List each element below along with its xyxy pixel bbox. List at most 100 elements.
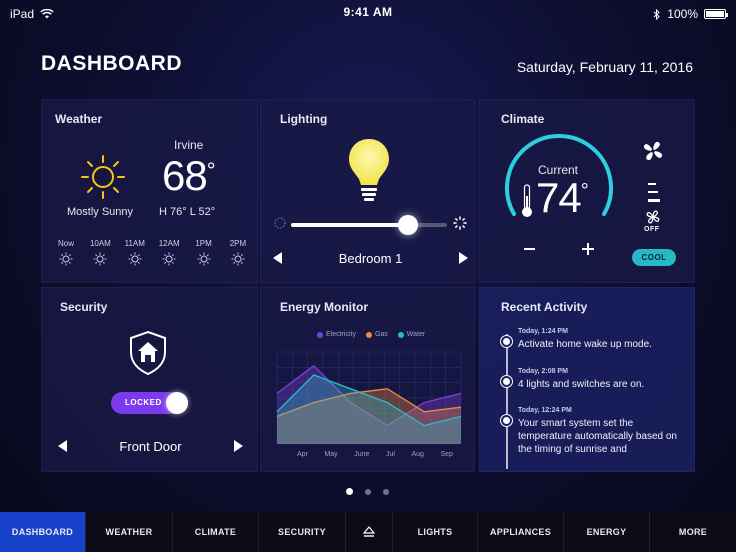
chart-legend: Electricity Gas Water xyxy=(317,331,425,338)
activity-time: Today, 2:08 PM xyxy=(518,368,568,375)
sun-icon xyxy=(81,155,125,199)
battery-percent: 100% xyxy=(667,7,698,21)
energy-chart xyxy=(276,351,462,445)
x-tick-label: Aug xyxy=(411,451,424,458)
increase-temperature-button[interactable] xyxy=(582,243,594,255)
decrease-temperature-button[interactable] xyxy=(524,248,535,250)
nav-climate[interactable]: CLIMATE xyxy=(173,512,259,552)
climate-temperature: 74° xyxy=(536,174,589,221)
thermometer-icon xyxy=(522,184,532,217)
sun-small-icon xyxy=(59,252,73,266)
nav-weather[interactable]: WEATHER xyxy=(86,512,173,552)
page-dot-active[interactable] xyxy=(346,488,353,495)
activity-text: 4 lights and switches are on. xyxy=(518,379,645,390)
fan-speed-icon[interactable] xyxy=(648,183,660,203)
eject-icon xyxy=(363,526,375,537)
page-dot[interactable] xyxy=(365,488,371,495)
weather-city: Irvine xyxy=(174,138,204,152)
bottom-nav: DASHBOARD WEATHER CLIMATE SECURITY LIGHT… xyxy=(0,512,736,552)
fan-small-icon xyxy=(646,210,660,224)
recent-activity-card[interactable]: Recent Activity Today, 1:24 PM Activate … xyxy=(479,287,695,472)
x-tick-label: June xyxy=(354,451,370,458)
status-bar: iPad 9:41 AM 100% xyxy=(0,0,736,26)
brightness-low-icon xyxy=(274,217,286,229)
brightness-slider[interactable] xyxy=(291,215,447,235)
energy-title: Energy Monitor xyxy=(280,300,369,314)
next-door-arrow-icon[interactable] xyxy=(233,440,243,452)
activity-timeline xyxy=(506,334,508,469)
lighting-title: Lighting xyxy=(280,112,328,126)
security-card[interactable]: Security LOCKED Front Door xyxy=(41,287,258,472)
activity-text: Activate home wake up mode. xyxy=(518,339,652,350)
nav-dashboard[interactable]: DASHBOARD xyxy=(0,512,86,552)
lock-state-label: LOCKED xyxy=(125,398,162,407)
battery-icon xyxy=(704,9,728,19)
x-tick-label: Jul xyxy=(385,451,395,458)
forecast-hour: Now xyxy=(52,239,80,266)
room-selector: Bedroom 1 xyxy=(273,248,468,268)
x-tick-label: Sep xyxy=(440,451,453,458)
previous-door-arrow-icon[interactable] xyxy=(58,440,67,452)
sun-small-icon xyxy=(231,252,245,266)
sun-small-icon xyxy=(93,252,107,266)
forecast-hour: 11AM xyxy=(121,239,149,266)
activity-text: Your smart system set the temperature au… xyxy=(518,418,677,455)
light-bulb-icon[interactable] xyxy=(347,137,391,203)
forecast-hour: 12AM xyxy=(155,239,183,266)
nav-eject[interactable] xyxy=(346,512,393,552)
brightness-high-icon xyxy=(453,216,467,230)
hourly-forecast: Now 10AM 11AM 12AM 1PM 2PM xyxy=(52,239,252,266)
home-shield-icon xyxy=(130,330,166,376)
cool-mode-button[interactable]: COOL xyxy=(632,249,676,266)
timeline-dot xyxy=(501,336,512,347)
fan-status: OFF xyxy=(644,226,660,233)
page-indicator[interactable] xyxy=(346,488,389,495)
forecast-hour: 2PM xyxy=(224,239,252,266)
weather-title: Weather xyxy=(55,112,103,126)
weather-condition: Mostly Sunny xyxy=(67,206,134,218)
current-date: Saturday, February 11, 2016 xyxy=(516,59,693,75)
nav-energy[interactable]: ENERGY xyxy=(564,512,650,552)
weather-hi-lo: H 76° L 52° xyxy=(159,206,216,218)
chart-x-axis: Apr May June Jul Aug Sep xyxy=(297,451,453,458)
sun-small-icon xyxy=(162,252,176,266)
lighting-card[interactable]: Lighting Bedroom 1 xyxy=(260,99,475,283)
nav-more[interactable]: MORE xyxy=(650,512,736,552)
legend-item: Electricity xyxy=(317,331,356,338)
legend-item: Gas xyxy=(365,331,388,338)
activity-time: Today, 1:24 PM xyxy=(518,328,568,335)
nav-lights[interactable]: LIGHTS xyxy=(393,512,478,552)
fan-icon[interactable] xyxy=(642,140,664,162)
page-title: DASHBOARD xyxy=(41,52,182,75)
activity-time: Today, 12:24 PM xyxy=(518,407,572,414)
energy-monitor-card[interactable]: Energy Monitor Electricity Gas Water Apr… xyxy=(260,287,475,472)
page-dot[interactable] xyxy=(383,488,389,495)
legend-item: Water xyxy=(397,331,425,338)
forecast-hour: 1PM xyxy=(190,239,218,266)
nav-appliances[interactable]: APPLIANCES xyxy=(478,512,564,552)
weather-temperature: 68° xyxy=(162,152,216,199)
climate-card[interactable]: Climate Current 74° OFF COOL xyxy=(479,99,695,283)
forecast-hour: 10AM xyxy=(86,239,114,266)
brightness-slider-fill xyxy=(291,223,408,227)
lock-toggle-knob xyxy=(166,392,188,414)
clock: 9:41 AM xyxy=(343,5,393,19)
bluetooth-icon xyxy=(653,8,661,20)
nav-security[interactable]: SECURITY xyxy=(259,512,346,552)
next-room-arrow-icon[interactable] xyxy=(459,252,468,264)
weather-card[interactable]: Weather Mostly Sunny Irvine 68° H 76° L … xyxy=(41,99,258,283)
timeline-dot xyxy=(501,415,512,426)
door-name: Front Door xyxy=(119,438,182,454)
door-selector: Front Door xyxy=(58,436,243,456)
previous-room-arrow-icon[interactable] xyxy=(273,252,282,264)
room-name: Bedroom 1 xyxy=(338,250,403,266)
security-title: Security xyxy=(60,300,108,314)
x-tick-label: Apr xyxy=(297,451,308,458)
activity-title: Recent Activity xyxy=(501,300,588,314)
brightness-slider-thumb[interactable] xyxy=(398,215,418,235)
lock-toggle[interactable]: LOCKED xyxy=(111,392,188,414)
x-tick-label: May xyxy=(324,451,338,458)
sun-small-icon xyxy=(128,252,142,266)
timeline-dot xyxy=(501,376,512,387)
sun-small-icon xyxy=(197,252,211,266)
